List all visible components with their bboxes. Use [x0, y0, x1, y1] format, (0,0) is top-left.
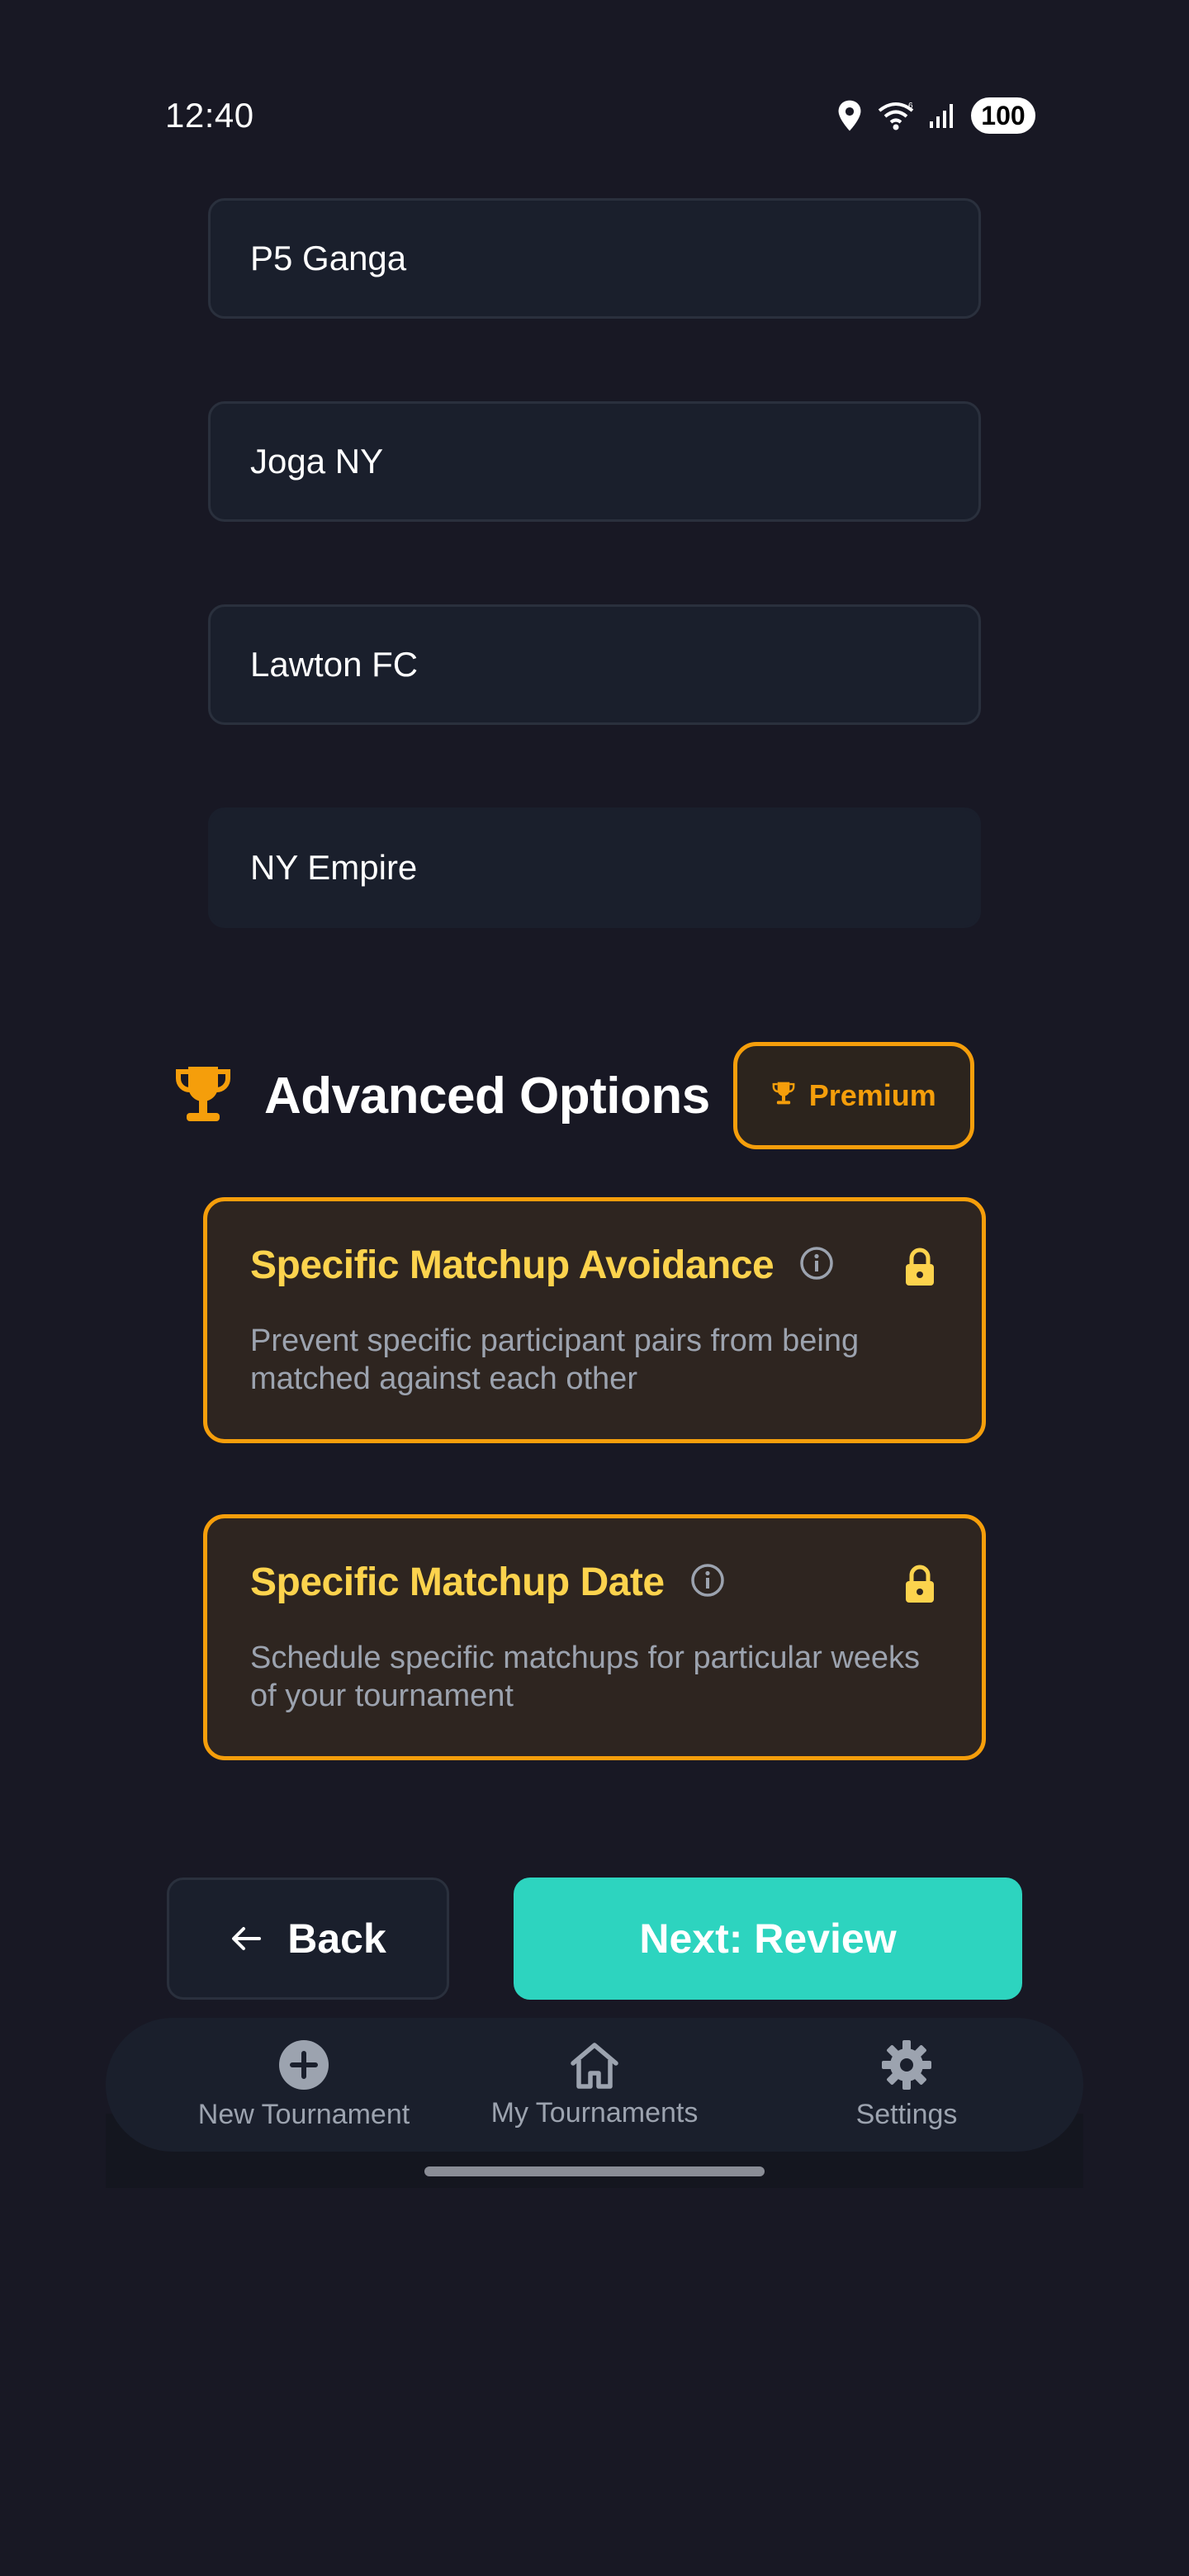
- option-title-row: Specific Matchup Date: [250, 1560, 726, 1605]
- signal-icon: [928, 102, 958, 130]
- wifi-icon: 6: [877, 101, 915, 130]
- participant-field[interactable]: Lawton FC: [208, 604, 981, 725]
- battery-icon: 100: [971, 97, 1035, 134]
- nav-label: New Tournament: [197, 2099, 410, 2130]
- next-label: Next: Review: [639, 1915, 897, 1962]
- gear-icon: [880, 2039, 933, 2095]
- premium-label: Premium: [808, 1078, 936, 1112]
- nav-item-settings[interactable]: Settings: [766, 2018, 1047, 2152]
- status-time: 12:40: [165, 96, 254, 135]
- nav-label: Settings: [855, 2099, 958, 2130]
- advanced-options-header: Advanced Options Premium: [173, 1042, 974, 1149]
- location-icon: [836, 99, 864, 132]
- participant-field[interactable]: Joga NY: [208, 401, 981, 522]
- participant-field[interactable]: NY Empire: [208, 807, 981, 928]
- status-icons: 6 100: [836, 97, 1035, 134]
- back-button[interactable]: Back: [167, 1878, 449, 2000]
- screen: 12:40 6 100 P5 Ganga Joga NY Lawton FC N…: [0, 0, 1189, 2576]
- nav-label: My Tournaments: [490, 2097, 699, 2129]
- trophy-icon: [173, 1063, 233, 1129]
- bottom-nav: New Tournament My Tournaments Settings: [106, 2018, 1083, 2152]
- svg-text:6: 6: [908, 102, 913, 111]
- advanced-options-title: Advanced Options: [264, 1067, 710, 1125]
- nav-item-new-tournament[interactable]: New Tournament: [163, 2018, 444, 2152]
- option-title: Specific Matchup Avoidance: [250, 1243, 775, 1287]
- home-indicator: [424, 2166, 765, 2176]
- nav-item-my-tournaments[interactable]: My Tournaments: [454, 2018, 735, 2152]
- back-label: Back: [287, 1915, 386, 1962]
- home-icon: [568, 2040, 621, 2094]
- info-icon[interactable]: [798, 1245, 835, 1286]
- trophy-icon: [771, 1078, 796, 1113]
- option-card-matchup-date[interactable]: Specific Matchup Date Schedule specific …: [203, 1514, 986, 1760]
- option-card-matchup-avoidance[interactable]: Specific Matchup Avoidance Prevent speci…: [203, 1197, 986, 1443]
- next-review-button[interactable]: Next: Review: [514, 1878, 1022, 2000]
- lock-icon: [904, 1565, 936, 1608]
- option-title-row: Specific Matchup Avoidance: [250, 1243, 835, 1288]
- option-description: Schedule specific matchups for particula…: [250, 1641, 921, 1713]
- plus-circle-icon: [277, 2039, 330, 2095]
- info-icon[interactable]: [689, 1562, 726, 1603]
- premium-badge[interactable]: Premium: [732, 1042, 974, 1149]
- option-description: Prevent specific participant pairs from …: [250, 1324, 860, 1396]
- participant-field[interactable]: P5 Ganga: [208, 198, 981, 319]
- option-title: Specific Matchup Date: [250, 1560, 665, 1604]
- arrow-left-icon: [230, 1915, 263, 1963]
- lock-icon: [904, 1248, 936, 1291]
